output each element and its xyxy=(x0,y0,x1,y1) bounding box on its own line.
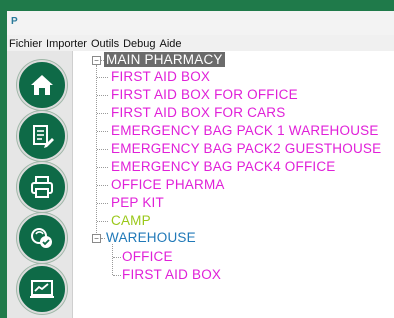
sync-button[interactable] xyxy=(17,213,67,263)
chart-icon xyxy=(30,280,54,298)
app-window: P Fichier Importer Outils Debug Aide − M… xyxy=(7,11,394,318)
tree-item[interactable]: OFFICE xyxy=(122,249,173,265)
sync-icon xyxy=(31,228,52,248)
tree-item[interactable]: OFFICE PHARMA xyxy=(111,177,225,193)
tree-item[interactable]: EMERGENCY BAG PACK 1 WAREHOUSE xyxy=(111,123,379,139)
tree-view: − MAIN PHARMACY FIRST AID BOX FIRST AID … xyxy=(73,51,394,318)
app-icon: P xyxy=(11,16,18,27)
home-icon xyxy=(31,75,53,95)
tree-item[interactable]: EMERGENCY BAG PACK2 GUESTHOUSE xyxy=(111,141,381,157)
tree-item-warehouse[interactable]: WAREHOUSE xyxy=(106,230,196,246)
printer-icon xyxy=(31,176,53,198)
document-edit-icon xyxy=(33,125,54,148)
sidebar xyxy=(7,51,73,318)
tree-item[interactable]: CAMP xyxy=(111,213,151,229)
tree-item[interactable]: FIRST AID BOX FOR OFFICE xyxy=(111,87,298,103)
collapse-warehouse-toggle[interactable]: − xyxy=(92,234,101,243)
menu-bar: Fichier Importer Outils Debug Aide xyxy=(7,37,394,51)
tree-item[interactable]: FIRST AID BOX xyxy=(122,267,221,283)
title-bar: P xyxy=(7,11,394,35)
tree-item[interactable]: FIRST AID BOX FOR CARS xyxy=(111,105,285,121)
menu-fichier[interactable]: Fichier xyxy=(9,37,46,51)
menu-debug[interactable]: Debug xyxy=(123,37,159,51)
collapse-root-toggle[interactable]: − xyxy=(92,56,101,65)
tree-item[interactable]: EMERGENCY BAG PACK4 OFFICE xyxy=(111,159,336,175)
print-button[interactable] xyxy=(17,162,67,212)
menu-importer[interactable]: Importer xyxy=(46,37,91,51)
tree-panel: − MAIN PHARMACY FIRST AID BOX FIRST AID … xyxy=(73,51,394,318)
chart-button[interactable] xyxy=(17,264,67,314)
tree-item[interactable]: PEP KIT xyxy=(111,195,164,211)
tree-item[interactable]: FIRST AID BOX xyxy=(111,69,210,85)
menu-outils[interactable]: Outils xyxy=(91,37,123,51)
tree-root-label: MAIN PHARMACY xyxy=(104,52,225,67)
home-button[interactable] xyxy=(17,60,67,110)
menu-aide[interactable]: Aide xyxy=(160,37,186,51)
tree-root-node[interactable]: MAIN PHARMACY xyxy=(104,52,225,68)
documents-button[interactable] xyxy=(17,111,67,161)
